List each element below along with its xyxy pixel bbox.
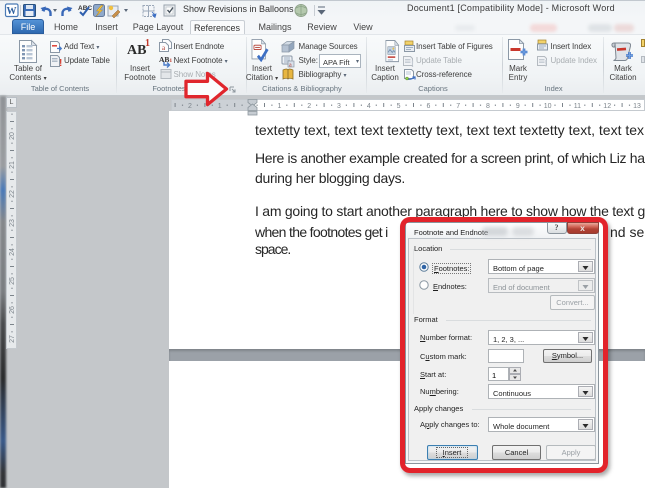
svg-text:26: 26 — [9, 306, 16, 314]
svg-text:1: 1 — [277, 103, 281, 110]
svg-text:13: 13 — [633, 103, 641, 110]
svg-text:21: 21 — [9, 161, 16, 169]
svg-text:4: 4 — [367, 103, 371, 110]
svg-text:24: 24 — [9, 248, 16, 256]
svg-text:27: 27 — [9, 335, 16, 343]
svg-text:!: ! — [545, 58, 548, 67]
svg-text:!: ! — [59, 58, 62, 67]
svg-text:2: 2 — [307, 103, 311, 110]
svg-text:8: 8 — [486, 103, 490, 110]
svg-text:W: W — [7, 6, 17, 17]
svg-text:23: 23 — [9, 219, 16, 227]
svg-text:3: 3 — [337, 103, 341, 110]
svg-text:a: a — [289, 62, 292, 68]
svg-text:22: 22 — [9, 190, 16, 198]
svg-text:10: 10 — [544, 103, 552, 110]
svg-text:25: 25 — [9, 277, 16, 285]
svg-text:12: 12 — [603, 103, 611, 110]
svg-text:5: 5 — [397, 103, 401, 110]
svg-text:6: 6 — [426, 103, 430, 110]
svg-text:11: 11 — [574, 103, 581, 110]
svg-text:9: 9 — [516, 103, 520, 110]
svg-text:20: 20 — [9, 132, 16, 140]
svg-text:7: 7 — [456, 103, 460, 110]
svg-text:!: ! — [411, 59, 414, 68]
